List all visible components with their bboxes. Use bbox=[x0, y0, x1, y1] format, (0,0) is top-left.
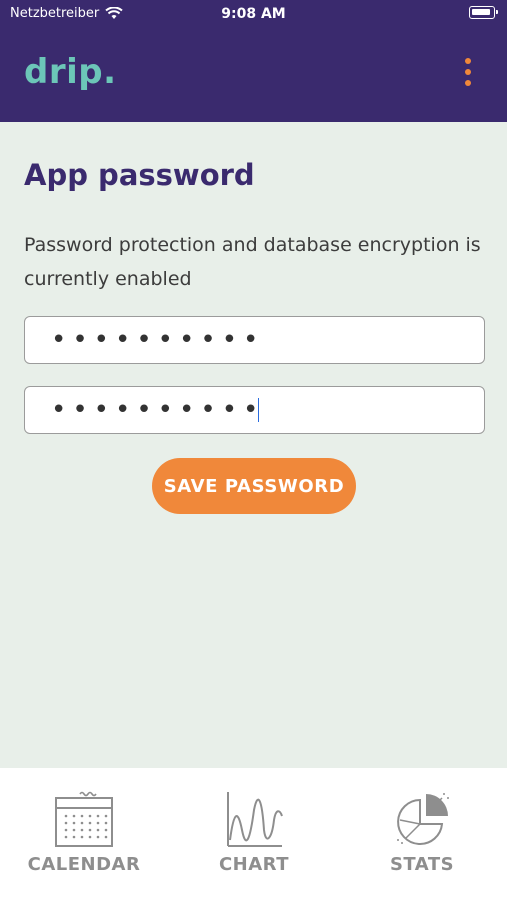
text-caret bbox=[258, 398, 260, 422]
nav-chart[interactable]: CHART bbox=[174, 790, 334, 875]
nav-calendar-label: CALENDAR bbox=[27, 854, 141, 875]
settings-content: App password Password protection and dat… bbox=[0, 122, 507, 768]
more-vertical-icon[interactable] bbox=[463, 58, 473, 90]
chart-icon bbox=[227, 792, 283, 847]
password-input[interactable]: •••••••••• bbox=[24, 316, 485, 364]
calendar-icon bbox=[55, 791, 113, 847]
page-title: App password bbox=[24, 158, 255, 192]
nav-chart-label: CHART bbox=[218, 854, 290, 875]
password-status-text: Password protection and database encrypt… bbox=[24, 234, 481, 290]
app-logo: drip. bbox=[24, 52, 117, 92]
stats-icon bbox=[397, 793, 449, 845]
password-value: •••••••••• bbox=[51, 325, 265, 355]
clock: 9:08 AM bbox=[221, 6, 286, 22]
battery-icon bbox=[469, 6, 498, 19]
nav-stats-label: STATS bbox=[389, 854, 455, 875]
save-password-button[interactable]: SAVE PASSWORD bbox=[152, 458, 356, 514]
app-header: drip. bbox=[0, 28, 507, 122]
confirm-password-input[interactable]: •••••••••• bbox=[24, 386, 485, 434]
confirm-password-value: •••••••••• bbox=[51, 395, 265, 425]
nav-calendar[interactable]: CALENDAR bbox=[4, 790, 164, 875]
nav-stats[interactable]: STATS bbox=[342, 790, 502, 875]
bottom-navigation: CALENDAR CHART STATS bbox=[0, 768, 507, 900]
status-bar: Netzbetreiber 9:08 AM bbox=[0, 0, 507, 28]
